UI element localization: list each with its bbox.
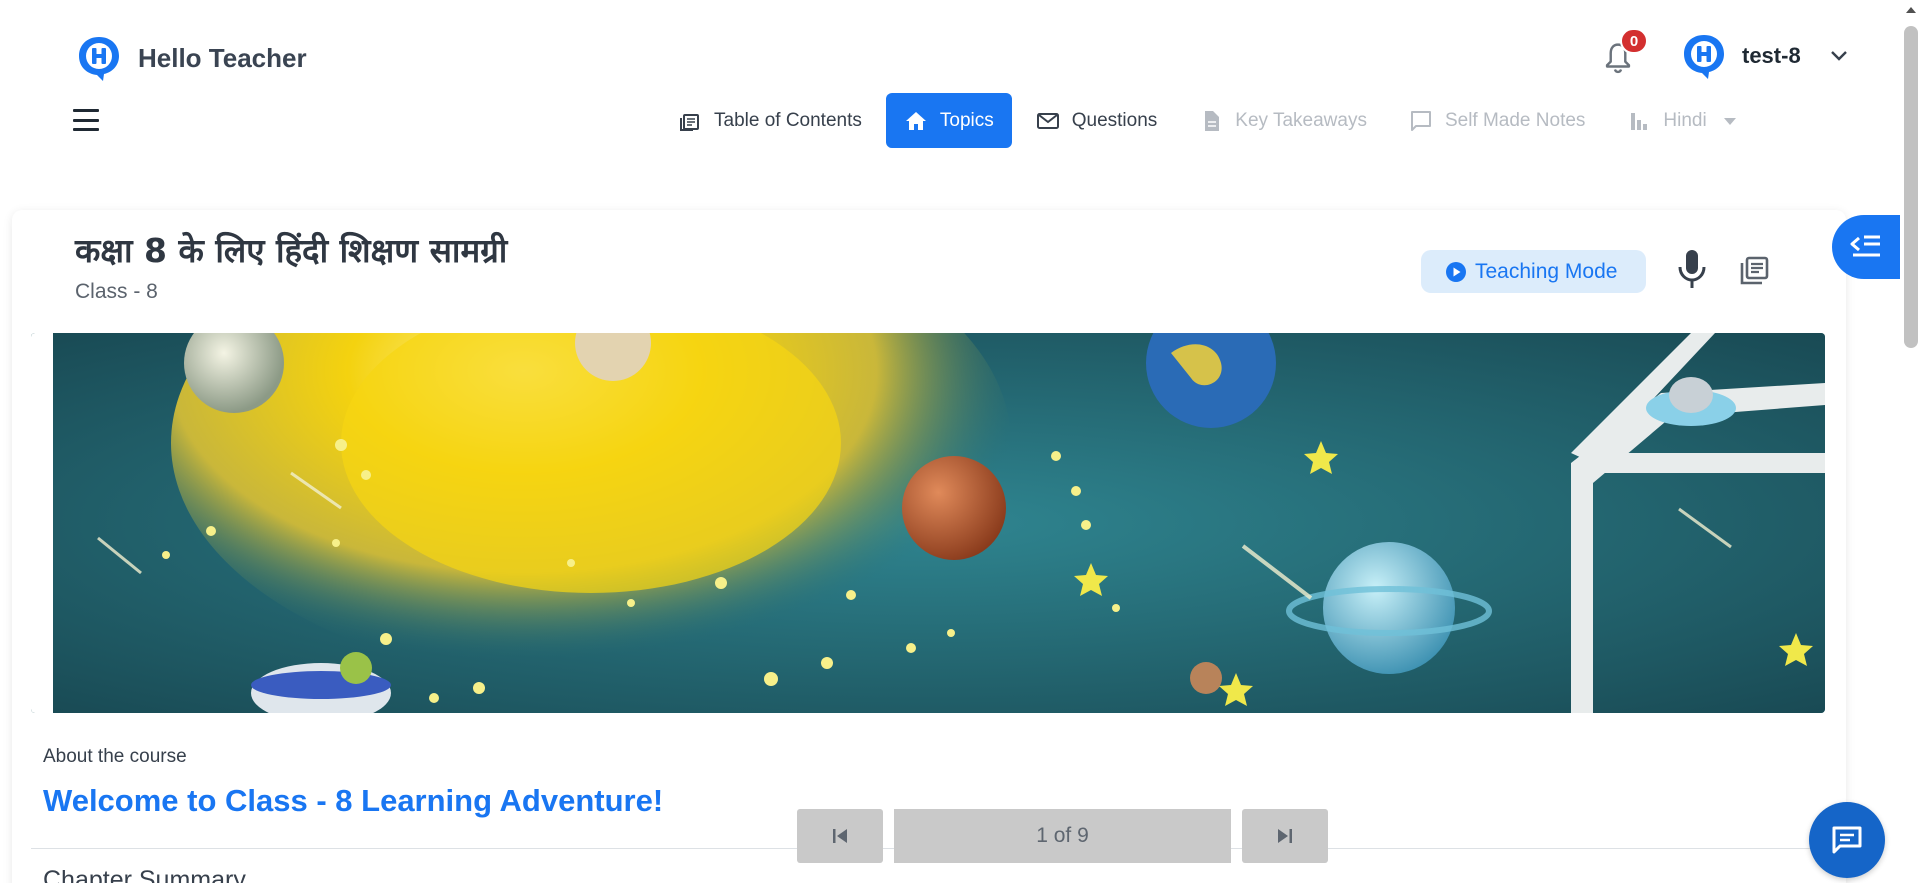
app-name: Hello Teacher	[138, 42, 307, 73]
tab-label: Self Made Notes	[1444, 109, 1586, 131]
tab-label: Questions	[1071, 109, 1158, 131]
user-menu[interactable]: test-8	[1680, 32, 1849, 80]
about-course-label: About the course	[43, 746, 187, 767]
brand[interactable]: Hello Teacher	[75, 34, 307, 82]
tab-key-takeaways[interactable]: Key Takeaways	[1181, 93, 1385, 148]
hamburger-line	[73, 128, 99, 131]
home-icon	[905, 111, 926, 130]
notification-count-badge: 0	[1620, 28, 1648, 54]
microphone-icon[interactable]	[1676, 248, 1708, 290]
chat-button[interactable]	[1809, 802, 1885, 878]
course-banner-image	[31, 333, 1825, 713]
sidebar-collapse-icon	[1850, 235, 1880, 257]
document-icon	[1205, 110, 1220, 131]
teaching-mode-label: Teaching Mode	[1475, 259, 1618, 283]
chapter-summary-heading: Chapter Summary	[43, 866, 246, 883]
table-of-contents-icon	[680, 113, 699, 131]
user-name: test-8	[1742, 43, 1801, 68]
hello-teacher-logo-icon	[79, 37, 119, 81]
course-title: कक्षा 8 के लिए हिंदी शिक्षण सामग्री	[75, 231, 508, 270]
chevron-down-icon	[1830, 51, 1847, 61]
last-page-button[interactable]	[1242, 809, 1328, 863]
course-class-label: Class - 8	[75, 280, 158, 303]
chat-icon	[1832, 826, 1862, 854]
scroll-up-arrow[interactable]	[1902, 0, 1920, 18]
sidebar-toggle-button[interactable]	[1832, 215, 1900, 279]
menu-button[interactable]	[73, 109, 99, 131]
caret-down-icon	[1723, 117, 1736, 125]
language-label: Hindi	[1663, 109, 1707, 131]
skip-last-icon	[1278, 829, 1292, 843]
tab-label: Table of Contents	[714, 109, 862, 131]
comment-icon	[1410, 110, 1431, 131]
skip-first-icon	[833, 829, 847, 843]
welcome-heading: Welcome to Class - 8 Learning Adventure!	[43, 783, 664, 818]
language-select[interactable]: Hindi	[1609, 93, 1766, 148]
tab-label: Key Takeaways	[1235, 109, 1367, 131]
scrollbar-thumb[interactable]	[1904, 26, 1918, 348]
avatar	[1684, 35, 1724, 79]
mail-icon	[1036, 112, 1059, 129]
page-indicator: 1 of 9	[894, 809, 1231, 863]
play-circle-icon	[1446, 261, 1466, 282]
nav-tabs: Table of Contents Topics Questions Key T…	[660, 93, 1773, 148]
hamburger-line	[73, 118, 99, 122]
hamburger-line	[73, 109, 99, 112]
tab-self-made-notes[interactable]: Self Made Notes	[1391, 93, 1603, 148]
tab-table-of-contents[interactable]: Table of Contents	[660, 93, 880, 148]
tab-label: Topics	[939, 109, 994, 131]
bar-chart-icon	[1631, 112, 1648, 130]
library-icon[interactable]	[1739, 256, 1769, 286]
tab-topics[interactable]: Topics	[885, 93, 1012, 148]
first-page-button[interactable]	[797, 809, 883, 863]
teaching-mode-button[interactable]: Teaching Mode	[1421, 250, 1646, 293]
arrow-up-icon	[1906, 6, 1916, 13]
tab-questions[interactable]: Questions	[1018, 93, 1176, 148]
